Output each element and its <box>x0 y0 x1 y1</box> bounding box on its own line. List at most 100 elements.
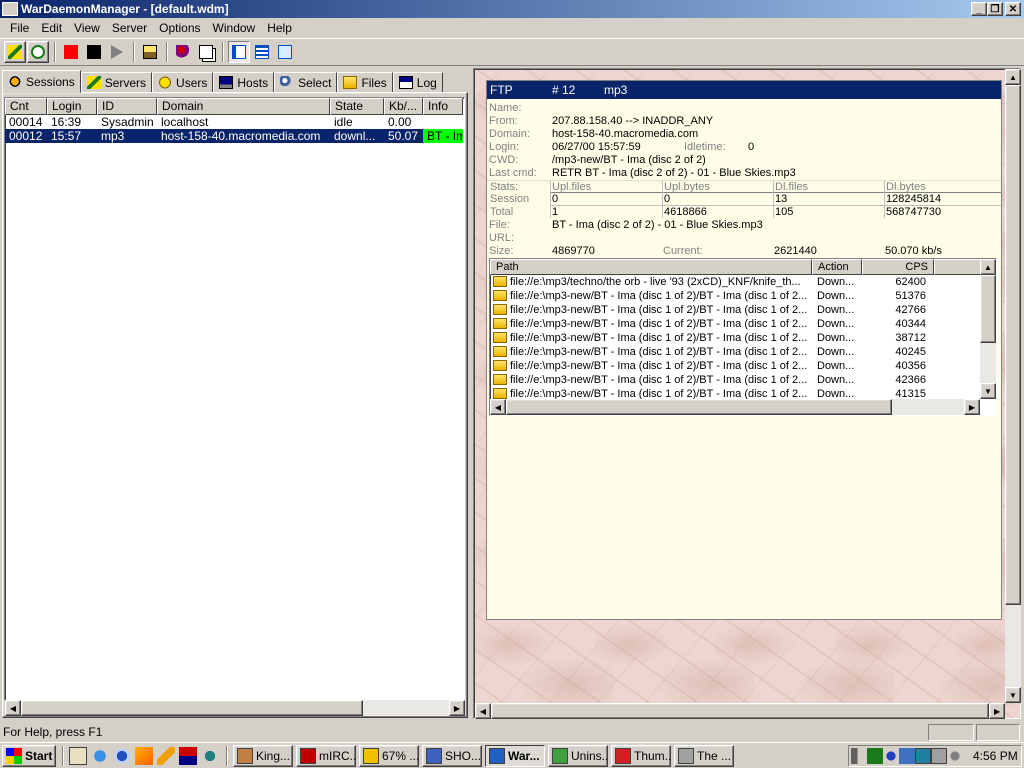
scroll-down-button[interactable]: ▼ <box>1005 687 1021 703</box>
session-row-selected[interactable]: 00012 15:57 mp3 host-158-40.macromedia.c… <box>5 129 464 143</box>
login-label: Login: <box>489 141 519 153</box>
col-info[interactable]: Info <box>423 98 463 115</box>
scroll-track[interactable] <box>363 700 449 716</box>
scroll-track[interactable] <box>892 399 964 415</box>
col-action[interactable]: Action <box>812 259 862 275</box>
col-id[interactable]: ID <box>97 98 157 115</box>
stop-button[interactable] <box>83 41 105 63</box>
media-player-icon[interactable] <box>135 746 153 765</box>
scroll-down-button[interactable]: ▼ <box>980 383 996 399</box>
menu-view[interactable]: View <box>68 21 106 35</box>
task-button-download[interactable]: 67% ... <box>359 744 419 767</box>
menu-options[interactable]: Options <box>153 21 206 35</box>
transfer-row[interactable]: file://e:\mp3-new/BT - Ima (disc 1 of 2)… <box>490 303 996 317</box>
title-bar[interactable]: WarDaemonManager - [default.wdm] _ ❐ ✕ <box>0 0 1024 18</box>
session-row[interactable]: 00014 16:39 Sysadmin localhost idle 0.00 <box>5 115 464 129</box>
task-button-search[interactable]: SHO... <box>422 744 482 767</box>
scroll-left-button[interactable]: ◀ <box>475 703 491 719</box>
scroll-right-button[interactable]: ▶ <box>449 700 465 716</box>
col-login[interactable]: Login <box>47 98 97 115</box>
icq-icon[interactable] <box>883 748 899 764</box>
menu-edit[interactable]: Edit <box>35 21 68 35</box>
tab-log[interactable]: Log <box>392 72 443 93</box>
minimize-button[interactable]: _ <box>971 2 987 16</box>
transfers-list[interactable]: Path Action CPS file://e:\mp3/techno/the… <box>489 258 997 416</box>
col-cps[interactable]: CPS <box>862 259 934 275</box>
server-button[interactable] <box>139 41 161 63</box>
volume-icon[interactable] <box>851 748 867 764</box>
mirc-quick-icon[interactable] <box>179 746 197 765</box>
menu-help[interactable]: Help <box>261 21 298 35</box>
transfers-vscrollbar[interactable]: ▲ ▼ <box>980 259 996 399</box>
close-button[interactable]: ✕ <box>1005 2 1021 16</box>
scroll-thumb[interactable] <box>490 703 990 719</box>
start-button[interactable]: Start <box>2 744 56 767</box>
copy-button[interactable] <box>195 41 217 63</box>
clock[interactable]: 4:56 PM <box>973 749 1018 763</box>
detail-hscrollbar[interactable]: ◀ ▶ <box>475 703 1006 719</box>
restore-button[interactable]: ❐ <box>987 2 1003 16</box>
transfer-row[interactable]: file://e:\mp3-new/BT - Ima (disc 1 of 2)… <box>490 345 996 359</box>
view-detail-button[interactable] <box>251 41 273 63</box>
menu-server[interactable]: Server <box>106 21 153 35</box>
sessions-hscrollbar[interactable]: ◀ ▶ <box>5 700 465 716</box>
scroll-right-button[interactable]: ▶ <box>964 399 980 415</box>
transfer-row[interactable]: file://e:\mp3-new/BT - Ima (disc 1 of 2)… <box>490 373 996 387</box>
ie-icon[interactable] <box>91 746 109 765</box>
transfer-row[interactable]: file://e:\mp3/techno/the orb - live '93 … <box>490 275 996 289</box>
transfer-row[interactable]: file://e:\mp3-new/BT - Ima (disc 1 of 2)… <box>490 317 996 331</box>
scroll-right-button[interactable]: ▶ <box>989 703 1006 719</box>
view-icons-button[interactable] <box>274 41 296 63</box>
task-button-wardaemon[interactable]: War... <box>485 744 545 767</box>
scroll-thumb[interactable] <box>980 275 996 343</box>
task-button-uninstall[interactable]: Unins... <box>548 744 608 767</box>
ftp-tray-icon[interactable] <box>867 748 883 764</box>
menu-window[interactable]: Window <box>207 21 262 35</box>
transfers-hscrollbar[interactable]: ◀ ▶ <box>490 399 980 415</box>
tab-sessions[interactable]: Sessions <box>2 70 81 93</box>
menu-file[interactable]: File <box>4 21 35 35</box>
stats-grid: Stats: Upl.files Upl.bytes Dl.files Dl.b… <box>487 180 1001 219</box>
task-button-app[interactable]: The ... <box>674 744 734 767</box>
transfer-row[interactable]: file://e:\mp3-new/BT - Ima (disc 1 of 2)… <box>490 331 996 345</box>
col-kb[interactable]: Kb/... <box>384 98 423 115</box>
network-tray-icon[interactable] <box>931 748 947 764</box>
transfer-row[interactable]: file://e:\mp3-new/BT - Ima (disc 1 of 2)… <box>490 359 996 373</box>
monitor-tray-icon[interactable] <box>915 748 931 764</box>
transfer-row[interactable]: file://e:\mp3-new/BT - Ima (disc 1 of 2)… <box>490 289 996 303</box>
refresh-button[interactable] <box>27 41 49 63</box>
col-cnt[interactable]: Cnt <box>5 98 47 115</box>
record-button[interactable] <box>60 41 82 63</box>
col-state[interactable]: State <box>330 98 384 115</box>
tab-users[interactable]: Users <box>152 72 214 93</box>
outlook-icon[interactable] <box>113 746 131 765</box>
scroll-up-button[interactable]: ▲ <box>1005 69 1021 85</box>
network-icon[interactable] <box>201 746 219 765</box>
task-button-king[interactable]: King... <box>233 744 293 767</box>
scroll-thumb[interactable] <box>21 700 363 716</box>
col-domain[interactable]: Domain <box>157 98 330 115</box>
mail-tray-icon[interactable] <box>899 748 915 764</box>
detail-vscrollbar[interactable]: ▲ ▼ <box>1005 69 1021 703</box>
connect-button[interactable] <box>4 41 26 63</box>
sessions-list[interactable]: Cnt Login ID Domain State Kb/... Info 00… <box>4 97 465 701</box>
play-button[interactable] <box>106 41 128 63</box>
tab-servers[interactable]: Servers <box>80 72 153 93</box>
scroll-thumb[interactable] <box>506 399 892 415</box>
scroll-up-button[interactable]: ▲ <box>980 259 996 275</box>
view-list-button[interactable] <box>228 41 250 63</box>
task-button-thumbs[interactable]: Thum... <box>611 744 671 767</box>
tab-hosts[interactable]: Hosts <box>213 72 275 93</box>
scroll-left-button[interactable]: ◀ <box>490 399 506 415</box>
tab-select[interactable]: Select <box>274 72 338 93</box>
scroll-left-button[interactable]: ◀ <box>5 700 21 716</box>
col-path[interactable]: Path <box>490 259 812 275</box>
tab-files[interactable]: Files <box>337 72 393 93</box>
agent-tray-icon[interactable] <box>947 748 963 764</box>
users-button[interactable] <box>172 41 194 63</box>
winamp-icon[interactable] <box>157 746 175 765</box>
scroll-thumb[interactable] <box>1005 85 1021 605</box>
desktop-icon[interactable] <box>69 746 87 765</box>
task-button-mirc[interactable]: mIRC... <box>296 744 356 767</box>
cell-action: Down... <box>817 290 855 302</box>
